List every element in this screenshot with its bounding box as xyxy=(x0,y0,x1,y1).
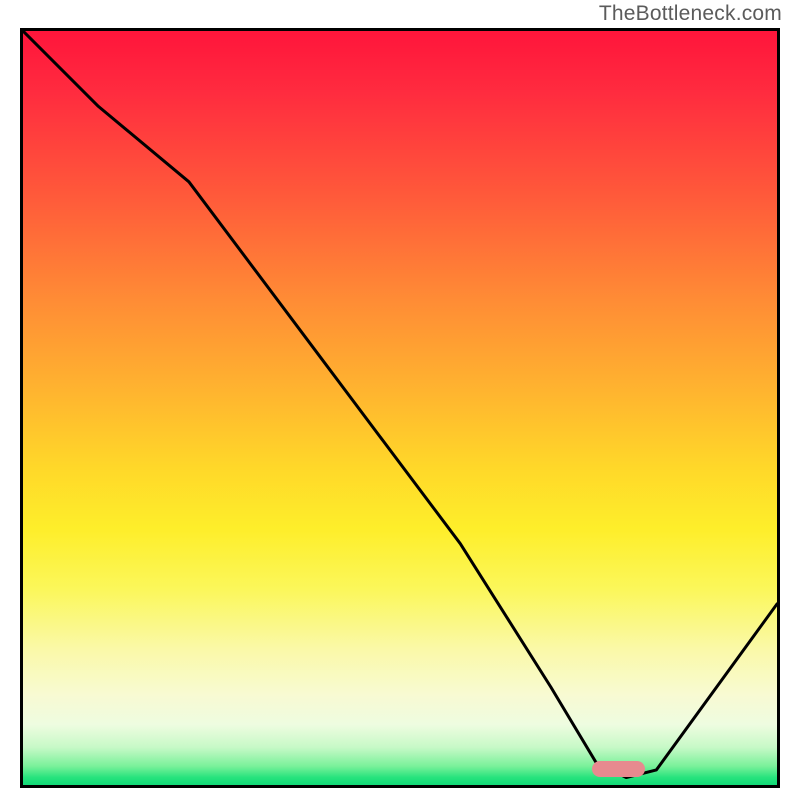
optimal-range-marker xyxy=(592,761,645,777)
bottleneck-chart xyxy=(20,28,780,788)
attribution-label: TheBottleneck.com xyxy=(599,2,782,26)
bottleneck-curve-line xyxy=(23,31,777,785)
